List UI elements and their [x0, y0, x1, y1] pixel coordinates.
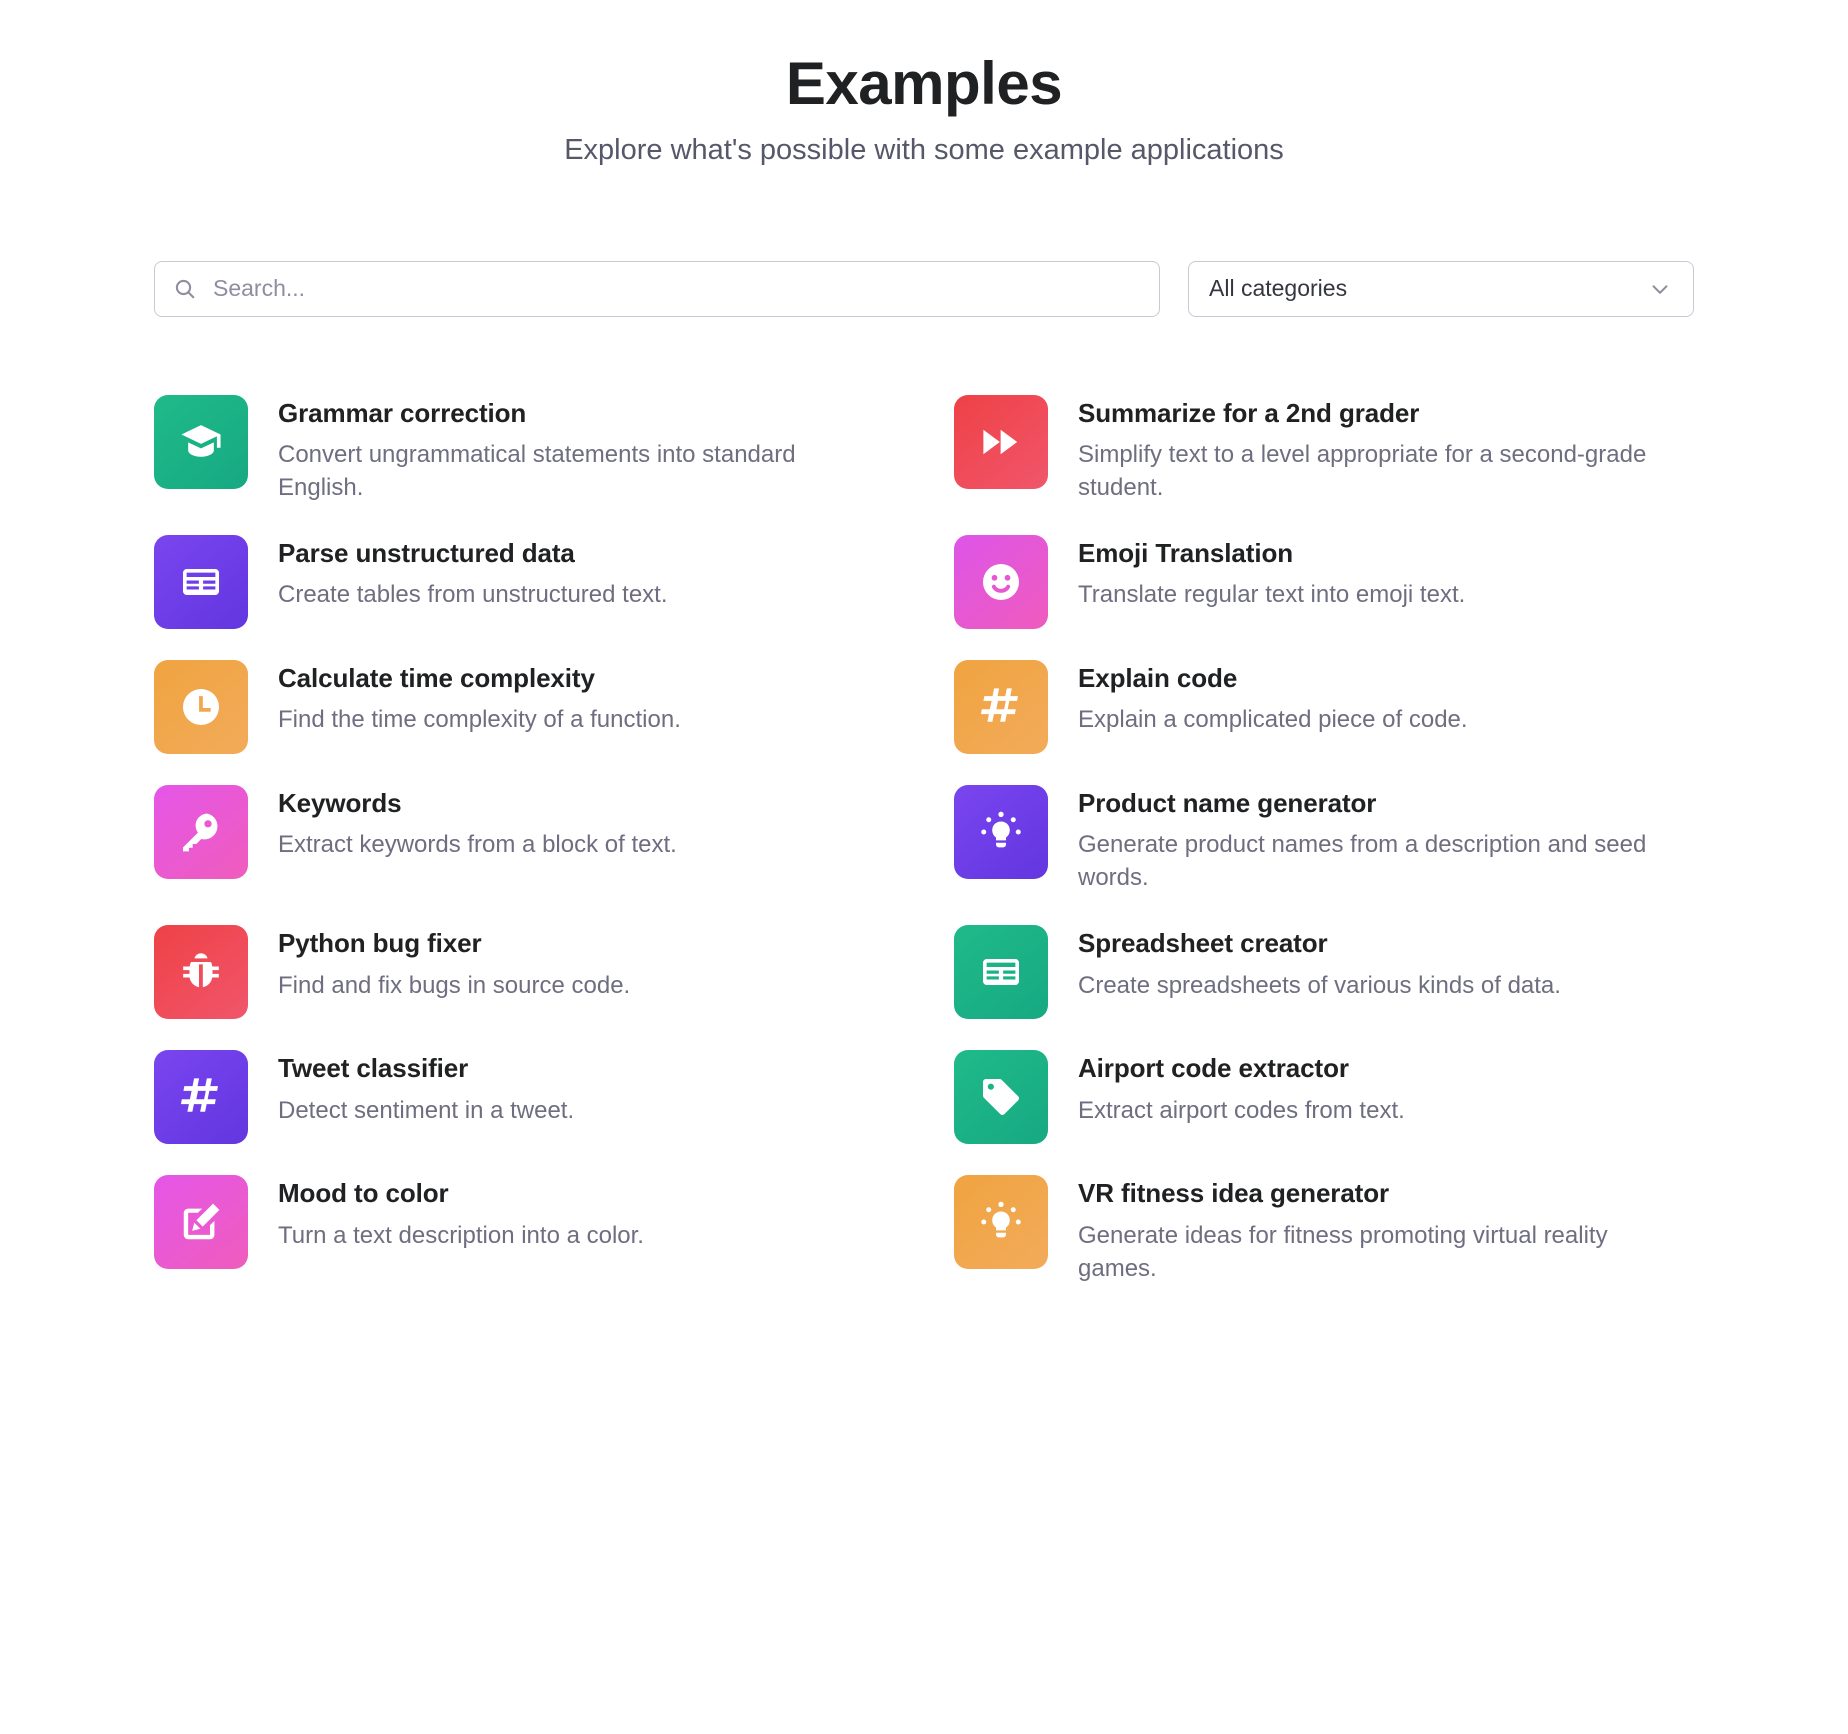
example-card-title: Explain code — [1078, 663, 1238, 693]
example-card-title: Summarize for a 2nd grader — [1078, 397, 1420, 428]
example-card-title: Parse unstructured data — [278, 538, 575, 568]
example-card-description: Simplify text to a level appropriate for… — [1078, 440, 1647, 501]
example-card-title: Grammar correction — [278, 397, 527, 428]
example-card-title: Calculate time complexity — [278, 663, 595, 693]
example-card-text: Emoji Translation Translate regular text … — [1078, 535, 1465, 611]
example-card[interactable]: Airport code extractor Extract airport co… — [954, 1050, 1694, 1145]
search-input[interactable] — [211, 274, 1141, 304]
example-card-title: Mood to color — [278, 1178, 449, 1209]
example-card[interactable]: Spreadsheet creator Create spreadsheets o… — [954, 925, 1694, 1020]
example-card-title: Airport code extractor — [1078, 1053, 1349, 1084]
example-card-description: Detect sentiment in a tweet. — [278, 1096, 575, 1124]
key-icon — [154, 785, 248, 879]
bug-icon — [154, 925, 248, 1020]
example-card-description: Find and fix bugs in source code. — [278, 971, 631, 999]
search-field-wrapper — [154, 260, 1160, 317]
graduation-cap-icon — [154, 394, 248, 489]
example-card[interactable]: Product name generator Generate product n… — [954, 785, 1694, 894]
example-card-title: Product name generator — [1078, 788, 1377, 818]
example-card[interactable]: Parse unstructured data Create tables fro… — [154, 535, 954, 629]
example-card-description: Generate ideas for fitness promoting vir… — [1078, 1221, 1608, 1282]
fast-forward-icon — [954, 394, 1048, 489]
hash-icon — [954, 660, 1048, 754]
example-card-text: Tweet classifier Detect sentiment in a tw… — [278, 1050, 574, 1126]
example-card[interactable]: Mood to color Turn a text description int… — [154, 1175, 954, 1284]
example-card-text: VR fitness idea generator Generate ideas … — [1078, 1175, 1670, 1284]
example-card-title: Tweet classifier — [278, 1053, 469, 1084]
example-card-description: Turn a text description into a color. — [278, 1221, 644, 1249]
category-select[interactable]: All categories — [1188, 260, 1694, 317]
example-card-description: Convert ungrammatical statements into st… — [278, 440, 796, 501]
example-card[interactable]: Emoji Translation Translate regular text … — [954, 535, 1694, 629]
smiley-face-icon — [954, 535, 1048, 629]
example-card-title: Python bug fixer — [278, 928, 482, 959]
example-card-description: Translate regular text into emoji text. — [1078, 581, 1466, 609]
example-card-description: Create tables from unstructured text. — [278, 581, 668, 609]
hash-icon — [154, 1050, 248, 1145]
example-card-text: Grammar correction Convert ungrammatical … — [278, 395, 878, 504]
lightbulb-icon — [954, 785, 1048, 879]
chevron-down-icon — [1647, 276, 1673, 302]
example-card-description: Explain a complicated piece of code. — [1078, 706, 1468, 734]
filters-row: All categories — [154, 260, 1694, 317]
example-card[interactable]: Python bug fixer Find and fix bugs in sou… — [154, 925, 954, 1020]
example-card-title: VR fitness idea generator — [1078, 1178, 1390, 1209]
example-card-text: Summarize for a 2nd grader Simplify text … — [1078, 395, 1670, 504]
search-icon — [173, 277, 197, 301]
example-card[interactable]: Grammar correction Convert ungrammatical … — [154, 394, 954, 504]
example-card-text: Python bug fixer Find and fix bugs in sou… — [278, 925, 630, 1001]
example-card-text: Explain code Explain a complicated piece … — [1078, 660, 1468, 736]
page-title: Examples — [785, 50, 1063, 117]
example-card-description: Generate product names from a descriptio… — [1078, 831, 1647, 892]
example-card[interactable]: Summarize for a 2nd grader Simplify text … — [954, 394, 1694, 504]
category-select-value: All categories — [1209, 275, 1348, 302]
lightbulb-icon — [954, 1175, 1048, 1270]
edit-icon — [154, 1175, 248, 1270]
example-card-text: Product name generator Generate product n… — [1078, 785, 1670, 894]
table-icon — [154, 535, 248, 629]
search-box[interactable] — [154, 260, 1160, 317]
example-card-text: Parse unstructured data Create tables fro… — [278, 535, 668, 611]
example-card-text: Airport code extractor Extract airport co… — [1078, 1050, 1405, 1126]
example-card-title: Emoji Translation — [1078, 538, 1294, 568]
example-card-title: Spreadsheet creator — [1078, 928, 1328, 959]
example-card[interactable]: Calculate time complexity Find the time c… — [154, 660, 954, 754]
page-subtitle: Explore what's possible with some exampl… — [564, 134, 1284, 166]
example-card-text: Keywords Extract keywords from a block of… — [278, 785, 677, 861]
spreadsheet-icon — [954, 925, 1048, 1020]
examples-grid: Grammar correction Convert ungrammatical … — [154, 394, 1694, 1285]
example-card-description: Create spreadsheets of various kinds of … — [1078, 971, 1561, 999]
category-select-wrapper: All categories — [1188, 260, 1694, 317]
example-card-text: Mood to color Turn a text description int… — [278, 1175, 644, 1251]
example-card-title: Keywords — [278, 788, 402, 818]
example-card-text: Calculate time complexity Find the time c… — [278, 660, 681, 736]
example-card[interactable]: VR fitness idea generator Generate ideas … — [954, 1175, 1694, 1284]
clock-icon — [154, 660, 248, 754]
tag-icon — [954, 1050, 1048, 1145]
example-card-description: Extract airport codes from text. — [1078, 1096, 1405, 1124]
example-card[interactable]: Keywords Extract keywords from a block of… — [154, 785, 954, 894]
examples-page: Examples Explore what's possible with so… — [0, 0, 1848, 1734]
example-card[interactable]: Explain code Explain a complicated piece … — [954, 660, 1694, 754]
example-card-description: Find the time complexity of a function. — [278, 706, 681, 734]
example-card[interactable]: Tweet classifier Detect sentiment in a tw… — [154, 1050, 954, 1145]
example-card-description: Extract keywords from a block of text. — [278, 831, 677, 859]
example-card-text: Spreadsheet creator Create spreadsheets o… — [1078, 925, 1561, 1001]
